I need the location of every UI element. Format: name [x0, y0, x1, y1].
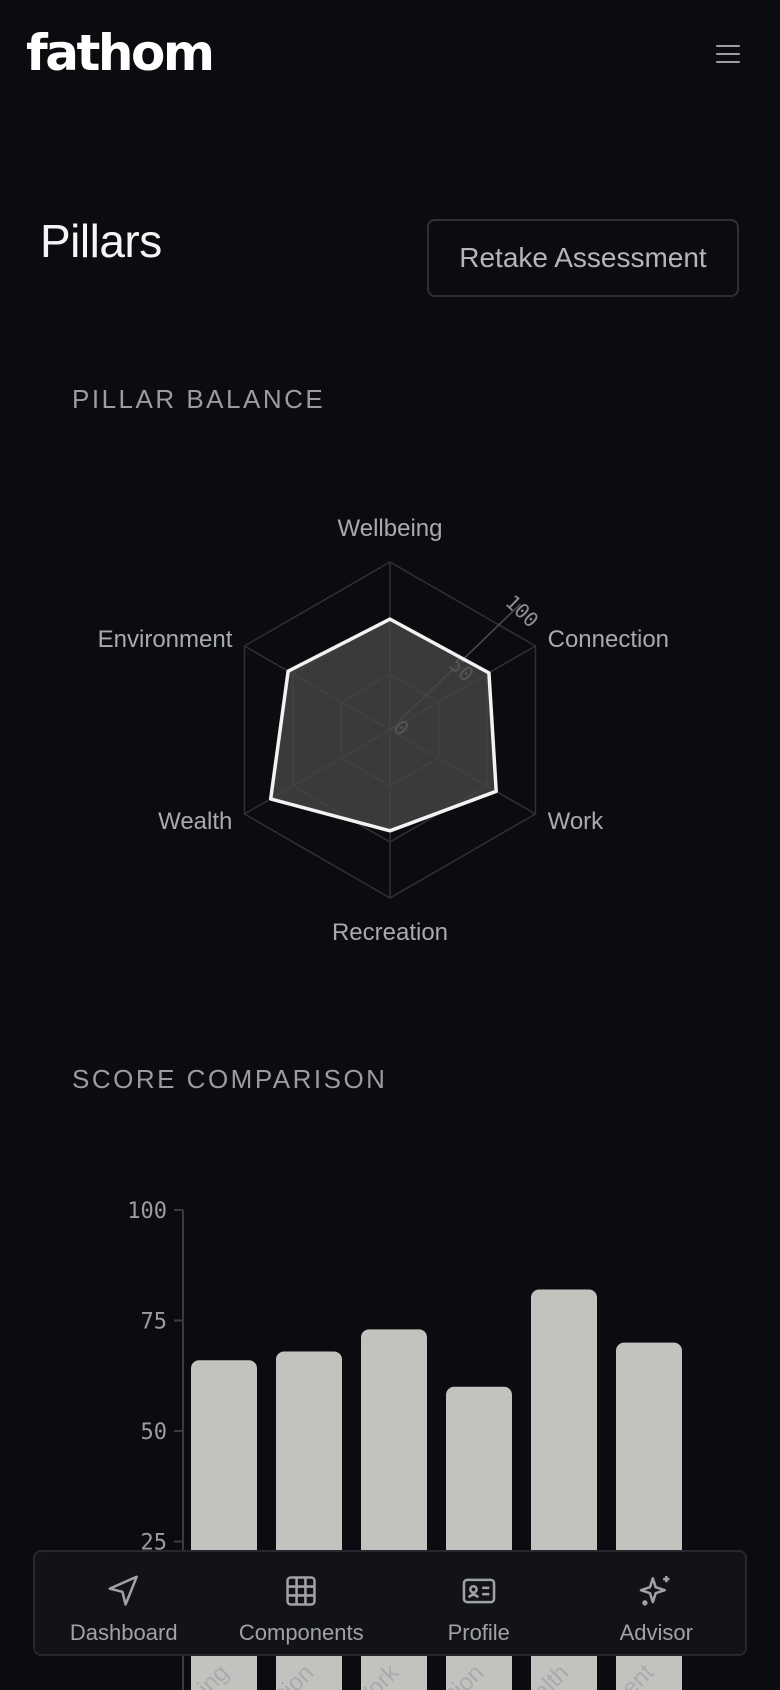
id-card-icon	[462, 1578, 496, 1604]
nav-label: Dashboard	[69, 1620, 178, 1645]
menu-line	[716, 53, 740, 55]
page-title: Pillars	[40, 215, 162, 267]
pillars-page: fathom Pillars Retake Assessment PILLAR …	[0, 0, 780, 1690]
nav-item-components[interactable]: Components	[213, 1552, 391, 1654]
bottom-nav: Dashboard Components Profile Advisor	[33, 1550, 747, 1656]
sparkles-icon	[639, 1575, 670, 1606]
y-tick-label: 75	[141, 1310, 168, 1335]
menu-line	[716, 61, 740, 63]
radar-axis-label: Wellbeing	[338, 515, 443, 542]
hamburger-menu-icon[interactable]	[712, 40, 744, 68]
pillar-balance-title: PILLAR BALANCE	[72, 384, 326, 414]
retake-assessment-button[interactable]: Retake Assessment	[427, 219, 739, 297]
radar-axis-label: Recreation	[332, 919, 448, 946]
nav-item-advisor[interactable]: Advisor	[568, 1552, 746, 1654]
y-tick-label: 50	[141, 1420, 168, 1445]
radar-axis-label: Environment	[98, 626, 233, 653]
radar-chart: 050100 WellbeingConnectionWorkRecreation…	[98, 515, 669, 946]
nav-label: Advisor	[619, 1620, 693, 1645]
radar-axis-label: Wealth	[158, 808, 232, 835]
nav-label: Profile	[447, 1620, 510, 1645]
nav-label: Components	[238, 1620, 364, 1645]
menu-line	[716, 45, 740, 47]
nav-item-dashboard[interactable]: Dashboard	[35, 1552, 213, 1654]
nav-item-profile[interactable]: Profile	[390, 1552, 568, 1654]
radar-axis-label: Connection	[548, 626, 669, 653]
app-logo[interactable]: fathom	[26, 24, 215, 82]
radar-ring-tick: 100	[501, 590, 544, 632]
radar-series-polygon	[268, 617, 498, 833]
top-header: fathom	[0, 0, 780, 110]
grid-icon	[286, 1576, 316, 1606]
score-comparison-title: SCORE COMPARISON	[72, 1064, 388, 1094]
navigation-arrow-icon	[108, 1575, 138, 1606]
y-tick-label: 100	[127, 1199, 167, 1224]
radar-axis-label: Work	[548, 808, 605, 835]
